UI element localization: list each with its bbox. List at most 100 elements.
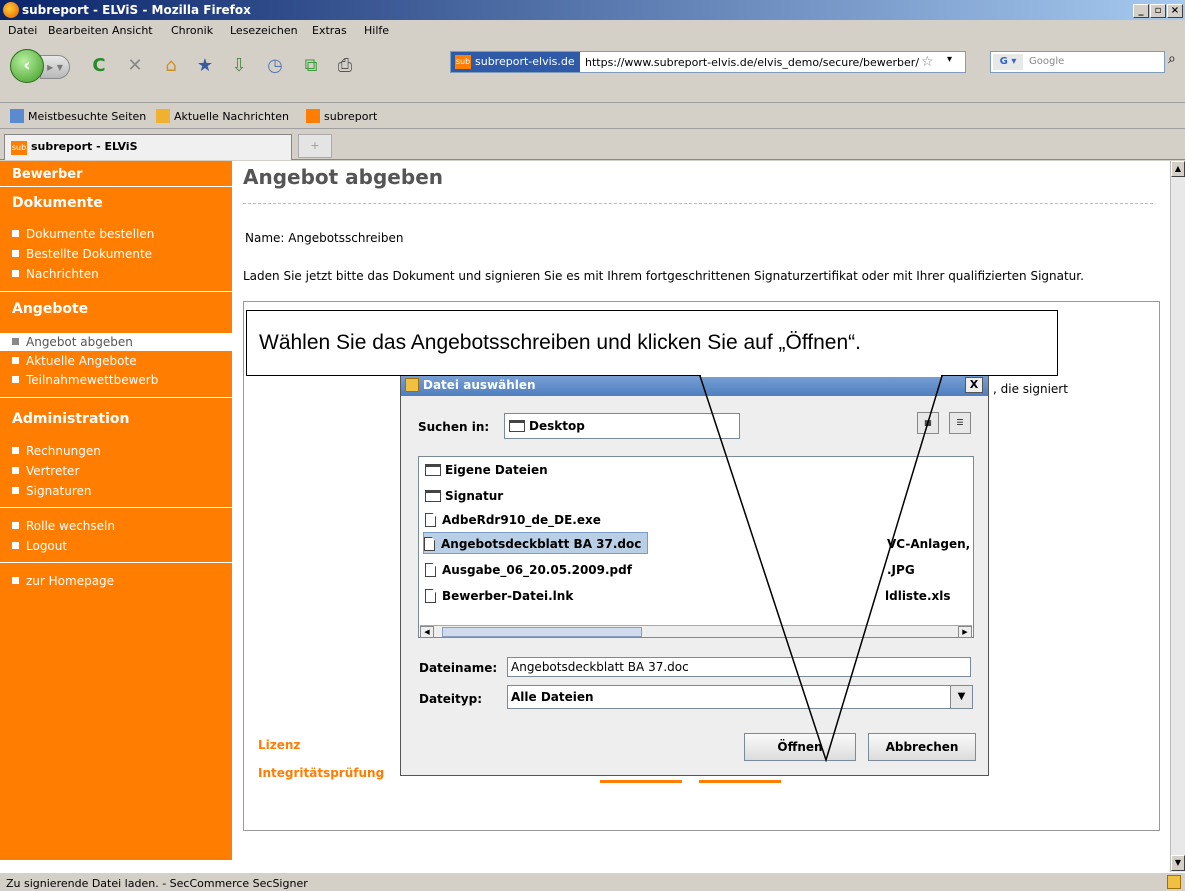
tab-strip: sub subreport - ELViS + xyxy=(0,130,1185,160)
list-item-partial[interactable]: VC-Anlagen, xyxy=(887,533,970,555)
window-title: subreport - ELViS - Mozilla Firefox xyxy=(22,3,251,17)
url-bar[interactable]: sub subreport-elvis.de https://www.subre… xyxy=(450,51,966,73)
forward-button[interactable]: ▸ ▾ xyxy=(40,55,70,79)
sidebar-item-logout[interactable]: Logout xyxy=(12,539,67,553)
sidebar-divider xyxy=(0,186,232,187)
folder-icon xyxy=(509,420,525,432)
page-scrollbar[interactable]: ▲ ▼ xyxy=(1170,161,1185,872)
menu-bearbeiten[interactable]: Bearbeiten xyxy=(48,24,108,37)
filename-field[interactable]: Angebotsdeckblatt BA 37.doc xyxy=(507,657,971,677)
list-item-partial[interactable]: .JPG xyxy=(887,559,915,581)
sidebar-item-rechnungen[interactable]: Rechnungen xyxy=(12,444,101,458)
file-icon xyxy=(425,589,436,603)
navigation-toolbar: ▸ ▾ ‹ C ✕ ⌂ ★ ⇩ ◷ ⧉ ⎙ sub subreport-elvi… xyxy=(0,41,1185,103)
file-list[interactable]: Eigene Dateien Signatur AdbeRdr910_de_DE… xyxy=(418,456,974,638)
cancel-button[interactable]: Abbrechen xyxy=(868,733,976,761)
list-item-selected[interactable]: Angebotsdeckblatt BA 37.doc xyxy=(423,532,649,554)
sidebar-item-signaturen[interactable]: Signaturen xyxy=(12,484,92,498)
menu-datei[interactable]: Datei xyxy=(8,24,37,37)
list-item[interactable]: Bewerber-Datei.lnk xyxy=(425,585,573,607)
document-name: Name: Angebotsschreiben xyxy=(245,231,404,245)
list-item[interactable]: AdbeRdr910_de_DE.exe xyxy=(425,509,601,531)
new-tab-button[interactable]: + xyxy=(298,134,332,158)
subreport-icon xyxy=(306,109,320,123)
sidebar-item-dokumente-bestellen[interactable]: Dokumente bestellen xyxy=(12,227,154,241)
search-box[interactable]: G ▾ Google xyxy=(990,51,1165,73)
menu-lesezeichen[interactable]: Lesezeichen xyxy=(230,24,298,37)
list-item[interactable]: Eigene Dateien xyxy=(425,459,548,481)
filetype-select[interactable]: Alle Dateien ▼ xyxy=(507,685,973,709)
close-window-button[interactable]: × xyxy=(1167,4,1183,18)
file-icon xyxy=(425,513,436,527)
bookmark-label: Meistbesuchte Seiten xyxy=(28,110,147,123)
instruction-text: Laden Sie jetzt bitte das Dokument und s… xyxy=(243,269,1084,283)
bookmark-label: subreport xyxy=(324,110,378,123)
chevron-down-icon[interactable]: ▼ xyxy=(950,686,972,708)
dialog-close-button[interactable]: X xyxy=(965,377,983,393)
history-clock-icon[interactable]: ◷ xyxy=(262,53,288,79)
filename-label: Dateiname: xyxy=(419,661,498,675)
sidebar-divider xyxy=(0,397,232,398)
download-icon[interactable]: ⇩ xyxy=(226,53,252,79)
site-identity-badge[interactable]: sub subreport-elvis.de xyxy=(451,52,580,72)
new-window-icon[interactable]: ⧉ xyxy=(298,53,324,79)
tab-subreport[interactable]: sub subreport - ELViS xyxy=(4,134,292,160)
star-icon[interactable]: ☆ xyxy=(921,54,934,70)
bookmark-meistbesucht[interactable]: Meistbesuchte Seiten xyxy=(10,109,146,123)
list-item[interactable]: Signatur xyxy=(425,485,503,507)
section-dokumente: Dokumente xyxy=(12,195,103,211)
list-view-icon[interactable]: ☰ xyxy=(949,412,971,434)
sidebar-item-vertreter[interactable]: Vertreter xyxy=(12,464,79,478)
menu-ansicht[interactable]: Ansicht xyxy=(112,24,153,37)
sidebar-divider xyxy=(0,291,232,292)
menu-extras[interactable]: Extras xyxy=(312,24,347,37)
minimize-button[interactable]: _ xyxy=(1133,4,1149,18)
look-in-combo[interactable]: Desktop xyxy=(504,413,740,439)
url-text: https://www.subreport-elvis.de/elvis_dem… xyxy=(585,56,920,69)
list-item-partial[interactable]: ldliste.xls xyxy=(885,585,951,607)
sidebar-item-rolle-wechseln[interactable]: Rolle wechseln xyxy=(12,519,115,533)
bookmark-icon[interactable]: ★ xyxy=(192,53,218,79)
filetype-value: Alle Dateien xyxy=(511,690,594,704)
scroll-up-arrow[interactable]: ▲ xyxy=(1171,161,1185,177)
list-item[interactable]: Ausgabe_06_20.05.2009.pdf xyxy=(425,559,632,581)
globe-icon xyxy=(10,109,24,123)
integritaet-link[interactable]: Integritätsprüfung xyxy=(258,766,384,780)
search-placeholder: Google xyxy=(1029,56,1065,67)
file-name: Bewerber-Datei.lnk xyxy=(442,589,574,603)
open-button[interactable]: Öffnen xyxy=(744,733,856,761)
sidebar-divider xyxy=(0,507,232,508)
maximize-button[interactable]: ▫ xyxy=(1150,4,1166,18)
search-magnifier-icon[interactable]: ⌕ xyxy=(1168,51,1176,67)
file-name: Signatur xyxy=(445,489,504,503)
back-button[interactable]: ‹ xyxy=(10,49,44,83)
details-view-icon[interactable]: ▦ xyxy=(917,412,939,434)
sidebar-item-nachrichten[interactable]: Nachrichten xyxy=(12,267,99,281)
lizenz-link[interactable]: Lizenz xyxy=(258,738,300,752)
menu-hilfe[interactable]: Hilfe xyxy=(364,24,389,37)
scroll-down-arrow[interactable]: ▼ xyxy=(1171,855,1185,871)
bookmark-nachrichten[interactable]: Aktuelle Nachrichten xyxy=(156,109,289,123)
google-engine-icon[interactable]: G ▾ xyxy=(993,54,1023,70)
file-list-hscroll[interactable]: ◀ ▶ xyxy=(420,625,972,638)
scroll-thumb[interactable] xyxy=(442,627,642,637)
bookmark-subreport[interactable]: subreport xyxy=(306,109,377,123)
status-text: Zu signierende Datei laden. - SecCommerc… xyxy=(6,877,308,890)
reload-icon[interactable]: C xyxy=(86,53,112,79)
scroll-left-arrow[interactable]: ◀ xyxy=(420,626,434,638)
stop-icon[interactable]: ✕ xyxy=(122,53,148,79)
sidebar-item-bestellte-dokumente[interactable]: Bestellte Dokumente xyxy=(12,247,152,261)
warning-icon xyxy=(1167,875,1181,889)
filetype-label: Dateityp: xyxy=(419,692,482,706)
sidebar-item-zur-homepage[interactable]: zur Homepage xyxy=(12,574,114,588)
print-icon[interactable]: ⎙ xyxy=(332,53,358,79)
url-dropdown-icon[interactable]: ▾ xyxy=(947,54,952,65)
sidebar-item-aktuelle-angebote[interactable]: Aktuelle Angebote xyxy=(12,354,137,368)
bookmarks-toolbar: Meistbesuchte Seiten Aktuelle Nachrichte… xyxy=(0,103,1185,129)
home-icon[interactable]: ⌂ xyxy=(158,53,184,79)
file-icon xyxy=(424,537,435,551)
menu-chronik[interactable]: Chronik xyxy=(171,24,213,37)
sidebar-item-angebot-abgeben[interactable]: Angebot abgeben xyxy=(0,333,232,351)
sidebar-item-teilnahmewettbewerb[interactable]: Teilnahmewettbewerb xyxy=(12,373,158,387)
scroll-right-arrow[interactable]: ▶ xyxy=(958,626,972,638)
